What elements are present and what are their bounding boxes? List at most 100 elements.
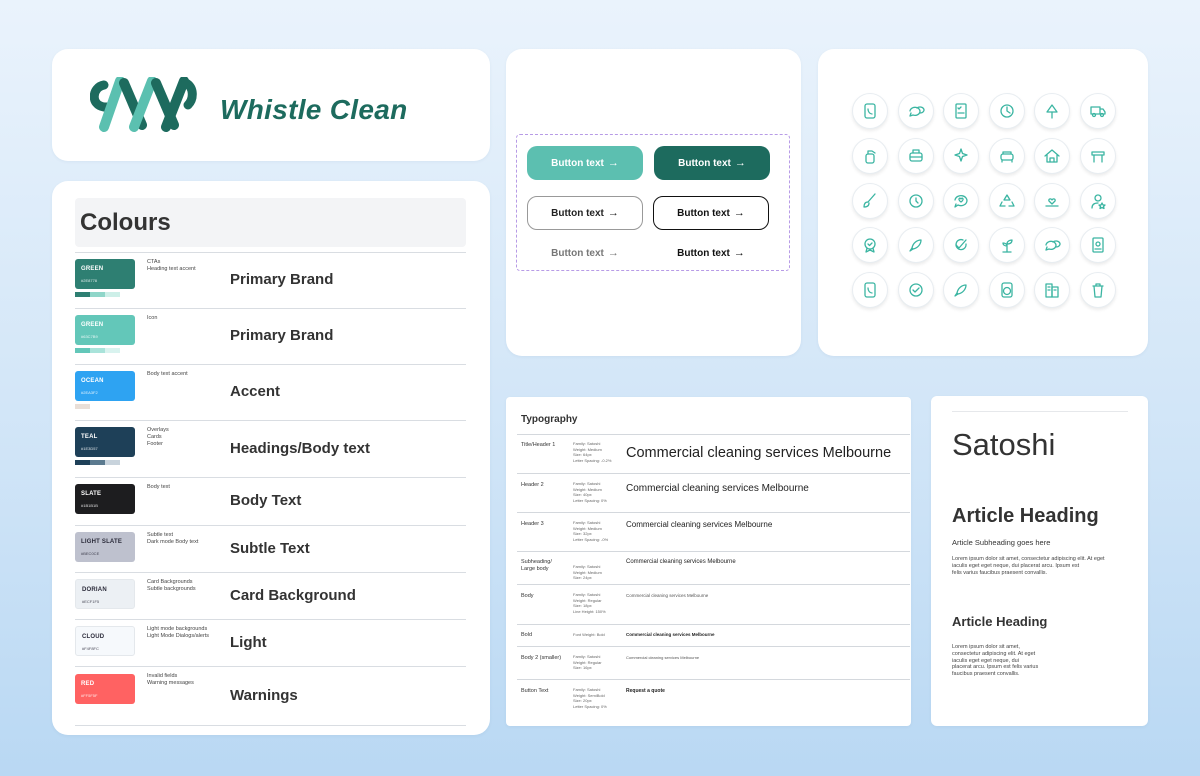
- colour-swatch: RED #FF5F5F: [75, 674, 135, 704]
- type-style-name: Button Text: [521, 688, 549, 694]
- colour-row: SLATE #1B1B1B Body text Body Text: [75, 477, 466, 525]
- article-subheading: Article Subheading goes here: [952, 538, 1051, 547]
- colour-row: GREEN #63C7B9 Icon Primary Brand: [75, 308, 466, 364]
- heart-hand-icon: [1034, 182, 1071, 219]
- colour-usage: Invalid fields Warning messages: [147, 673, 194, 686]
- type-style-sample: Commercial cleaning services Melbourne: [626, 593, 709, 598]
- type-style-spec: Family: Satoshi Weight: Medium Size: 40p…: [573, 481, 607, 503]
- colour-usage: Icon: [147, 315, 158, 321]
- type-style-spec: Font Weight: Bold: [573, 632, 605, 637]
- type-style-sample: Commercial cleaning services Melbourne: [626, 632, 715, 637]
- colour-usage: CTAs Heading text accent: [147, 259, 196, 272]
- swatch-hex: #ECF1F5: [82, 599, 100, 604]
- delivery-truck-icon: [1080, 93, 1116, 129]
- swatch-hex: #2E8778: [81, 278, 98, 283]
- type-style-spec: Family: Satoshi Weight: SemiBold Size: 2…: [573, 687, 607, 709]
- tint-strip: [90, 348, 105, 353]
- sparkles-icon: [943, 137, 980, 174]
- button-text-strong[interactable]: Button text →: [653, 236, 769, 270]
- swatch-name: LIGHT SLATE: [81, 539, 123, 545]
- button-label: Button text: [551, 247, 604, 259]
- typography-title: Typography: [521, 414, 578, 425]
- button-label: Button text: [678, 157, 731, 169]
- phone-book-icon: [852, 93, 888, 129]
- button-label: Button text: [551, 207, 604, 219]
- typography-divider: [517, 679, 910, 680]
- colour-label: Accent: [230, 383, 281, 400]
- type-style-spec: Family: Satoshi Weight: Regular Size: 16…: [573, 654, 602, 670]
- button-filled-light[interactable]: Button text →: [527, 146, 643, 180]
- type-style-name: Body: [521, 593, 534, 599]
- armchair-box-icon: [897, 137, 934, 174]
- button-outline-strong[interactable]: Button text →: [653, 196, 769, 230]
- colour-label: Light: [230, 633, 267, 651]
- type-style-spec: Family: Satoshi Weight: Regular Size: 18…: [573, 592, 606, 614]
- colour-label: Body Text: [230, 492, 302, 509]
- colour-usage: Card Backgrounds Subtle backgrounds: [147, 579, 196, 592]
- typography-divider: [517, 646, 910, 647]
- tint-strip: [105, 292, 120, 297]
- whistle-clean-logo-icon: [90, 77, 197, 132]
- colour-row: DORIAN #ECF1F5 Card Backgrounds Subtle bac…: [75, 572, 466, 619]
- swatch-name: OCEAN: [81, 378, 104, 384]
- swatch-hex: #1B1B1B: [81, 503, 98, 508]
- colour-swatch: SLATE #1B1B1B: [75, 484, 135, 514]
- colour-label: Headings/Body text: [230, 439, 371, 457]
- type-style-name: Subheading/ Large body: [521, 559, 552, 572]
- colour-swatch: TEAL #1E3D57: [75, 427, 135, 457]
- type-style-name: Bold: [521, 632, 533, 638]
- article-paragraph-small: Lorem ipsum dolor sit amet, consectetur …: [952, 644, 1039, 678]
- typography-divider: [517, 512, 910, 513]
- type-style-spec: Family: Satoshi Weight: Medium Size: 64p…: [573, 441, 612, 463]
- user-star-icon: [1080, 182, 1116, 219]
- washing-machine-icon: [988, 272, 1025, 309]
- typography-divider: [517, 624, 910, 625]
- typography-divider: [517, 584, 910, 585]
- phone-book-icon: [852, 272, 888, 309]
- tint-strip: [75, 612, 90, 617]
- divider: [952, 411, 1128, 412]
- sofa-icon: [988, 137, 1025, 174]
- colour-swatch: GREEN #2E8778: [75, 259, 135, 289]
- timer-icon: [897, 182, 934, 219]
- button-text-muted[interactable]: Button text →: [527, 236, 643, 270]
- type-style-name: Body 2 (smaller): [521, 655, 562, 661]
- swatch-hex: #1E3D57: [81, 446, 98, 451]
- tint-strip: [90, 517, 105, 522]
- colours-title: Colours: [80, 209, 171, 236]
- tint-strip: [90, 460, 105, 465]
- tint-strip: [105, 565, 120, 570]
- type-style-sample: Commercial cleaning services Melbourne: [626, 655, 700, 660]
- swatch-name: GREEN: [81, 322, 104, 328]
- colour-row: TEAL #1E3D57 Overlays Cards Footer Headings…: [75, 420, 466, 477]
- colour-label: Warnings: [230, 687, 298, 704]
- colour-usage: Body text accent: [147, 371, 188, 377]
- type-style-name: Header 3: [521, 521, 544, 527]
- rocket-icon: [897, 227, 934, 264]
- colour-row: OCEAN #2EA3F2 Body text accent Accent: [75, 364, 466, 420]
- button-filled-dark[interactable]: Button text →: [654, 146, 770, 180]
- type-style-spec: Family: Satoshi Weight: Medium Size: 24p…: [573, 564, 602, 580]
- arrow-right-icon: →: [607, 207, 619, 219]
- tint-strip: [75, 292, 90, 297]
- colour-usage: Subtle text Dark mode Body text: [147, 532, 199, 545]
- tint-strip: [105, 348, 120, 353]
- button-outline-soft[interactable]: Button text →: [527, 196, 643, 230]
- checklist-icon: [943, 93, 980, 129]
- swatch-name: TEAL: [81, 434, 98, 440]
- swatch-name: SLATE: [81, 491, 102, 497]
- swatch-hex: #63C7B9: [81, 334, 98, 339]
- clock-play-icon: [988, 93, 1025, 129]
- tint-strip: [90, 404, 105, 409]
- type-style-name: Title/Header 1: [521, 442, 556, 448]
- font-name: Satoshi: [952, 427, 1056, 462]
- swatch-name: RED: [81, 681, 95, 687]
- plant-growth-icon: [988, 227, 1025, 264]
- arrow-right-icon: →: [734, 157, 746, 169]
- type-style-sample: Commercial cleaning services Melbourne: [626, 483, 809, 494]
- tint-strip: [90, 565, 105, 570]
- brand-name: Whistle Clean: [220, 94, 408, 125]
- tint-strip: [75, 565, 90, 570]
- tint-strip: [105, 612, 120, 617]
- chat-bubbles-icon: [897, 93, 934, 129]
